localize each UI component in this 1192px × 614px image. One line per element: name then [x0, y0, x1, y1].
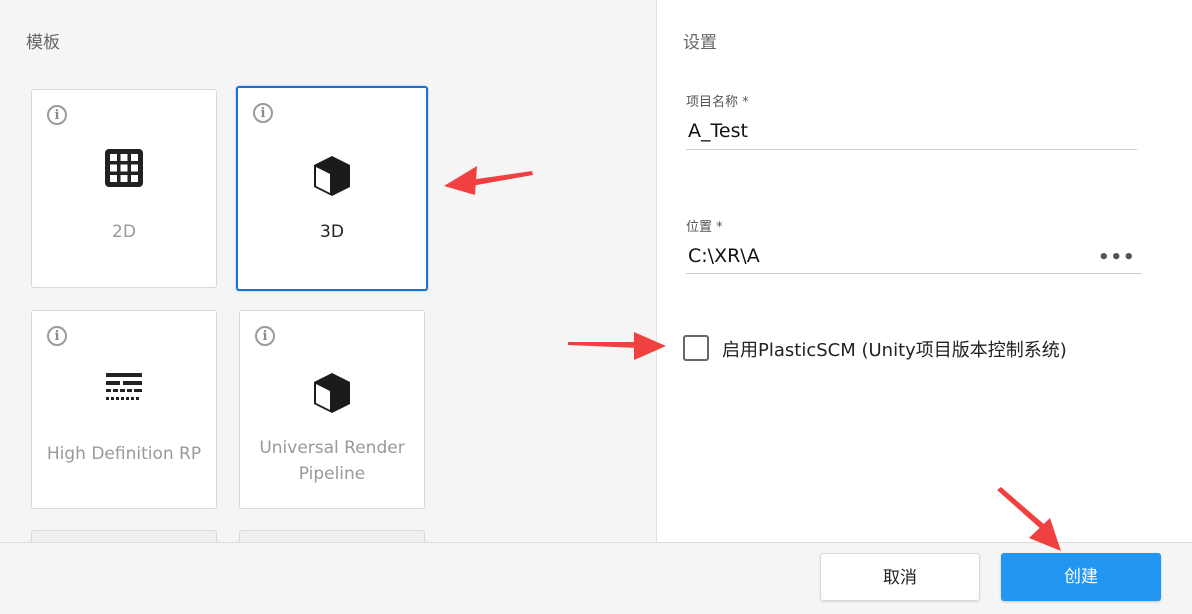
info-icon[interactable]: i [47, 105, 67, 125]
project-name-label: 项目名称 * [686, 95, 749, 110]
template-label: 2D [112, 222, 136, 242]
settings-panel [656, 0, 1192, 542]
template-label-line1: Universal Render [259, 438, 405, 458]
template-card-2d[interactable]: i 2D [31, 89, 217, 288]
template-card-hdrp[interactable]: i High Definition RP [31, 310, 217, 509]
project-name-underline [686, 149, 1137, 150]
info-icon[interactable]: i [47, 326, 67, 346]
template-card-urp[interactable]: i Universal Render Pipeline [239, 310, 425, 509]
cube-icon [314, 373, 350, 413]
grid-icon [105, 149, 143, 187]
info-icon[interactable]: i [253, 103, 273, 123]
templates-title: 模板 [26, 33, 60, 53]
template-label: 3D [320, 222, 344, 242]
location-underline [686, 273, 1142, 274]
info-icon[interactable]: i [255, 326, 275, 346]
template-label: High Definition RP [46, 444, 202, 464]
plastic-scm-label[interactable]: 启用PlasticSCM (Unity项目版本控制系统) [722, 336, 1067, 362]
template-label-line2: Pipeline [298, 464, 366, 484]
cancel-button[interactable]: 取消 [820, 553, 980, 601]
location-label: 位置 * [686, 220, 723, 235]
templates-panel: 模板 i 2D i 3D i High Definition RP i Univ… [0, 0, 655, 542]
template-card-partial[interactable] [31, 530, 217, 542]
cube-icon [314, 156, 350, 196]
plastic-scm-checkbox[interactable] [683, 335, 709, 361]
project-name-input[interactable]: A_Test [688, 120, 748, 142]
template-card-partial[interactable] [239, 530, 425, 542]
create-button[interactable]: 创建 [1001, 553, 1161, 601]
template-card-3d[interactable]: i 3D [236, 86, 428, 291]
browse-more-icon[interactable]: ••• [1098, 247, 1136, 268]
settings-title: 设置 [683, 33, 717, 53]
hdrp-icon [106, 373, 142, 400]
location-input[interactable]: C:\XR\A [688, 245, 760, 267]
